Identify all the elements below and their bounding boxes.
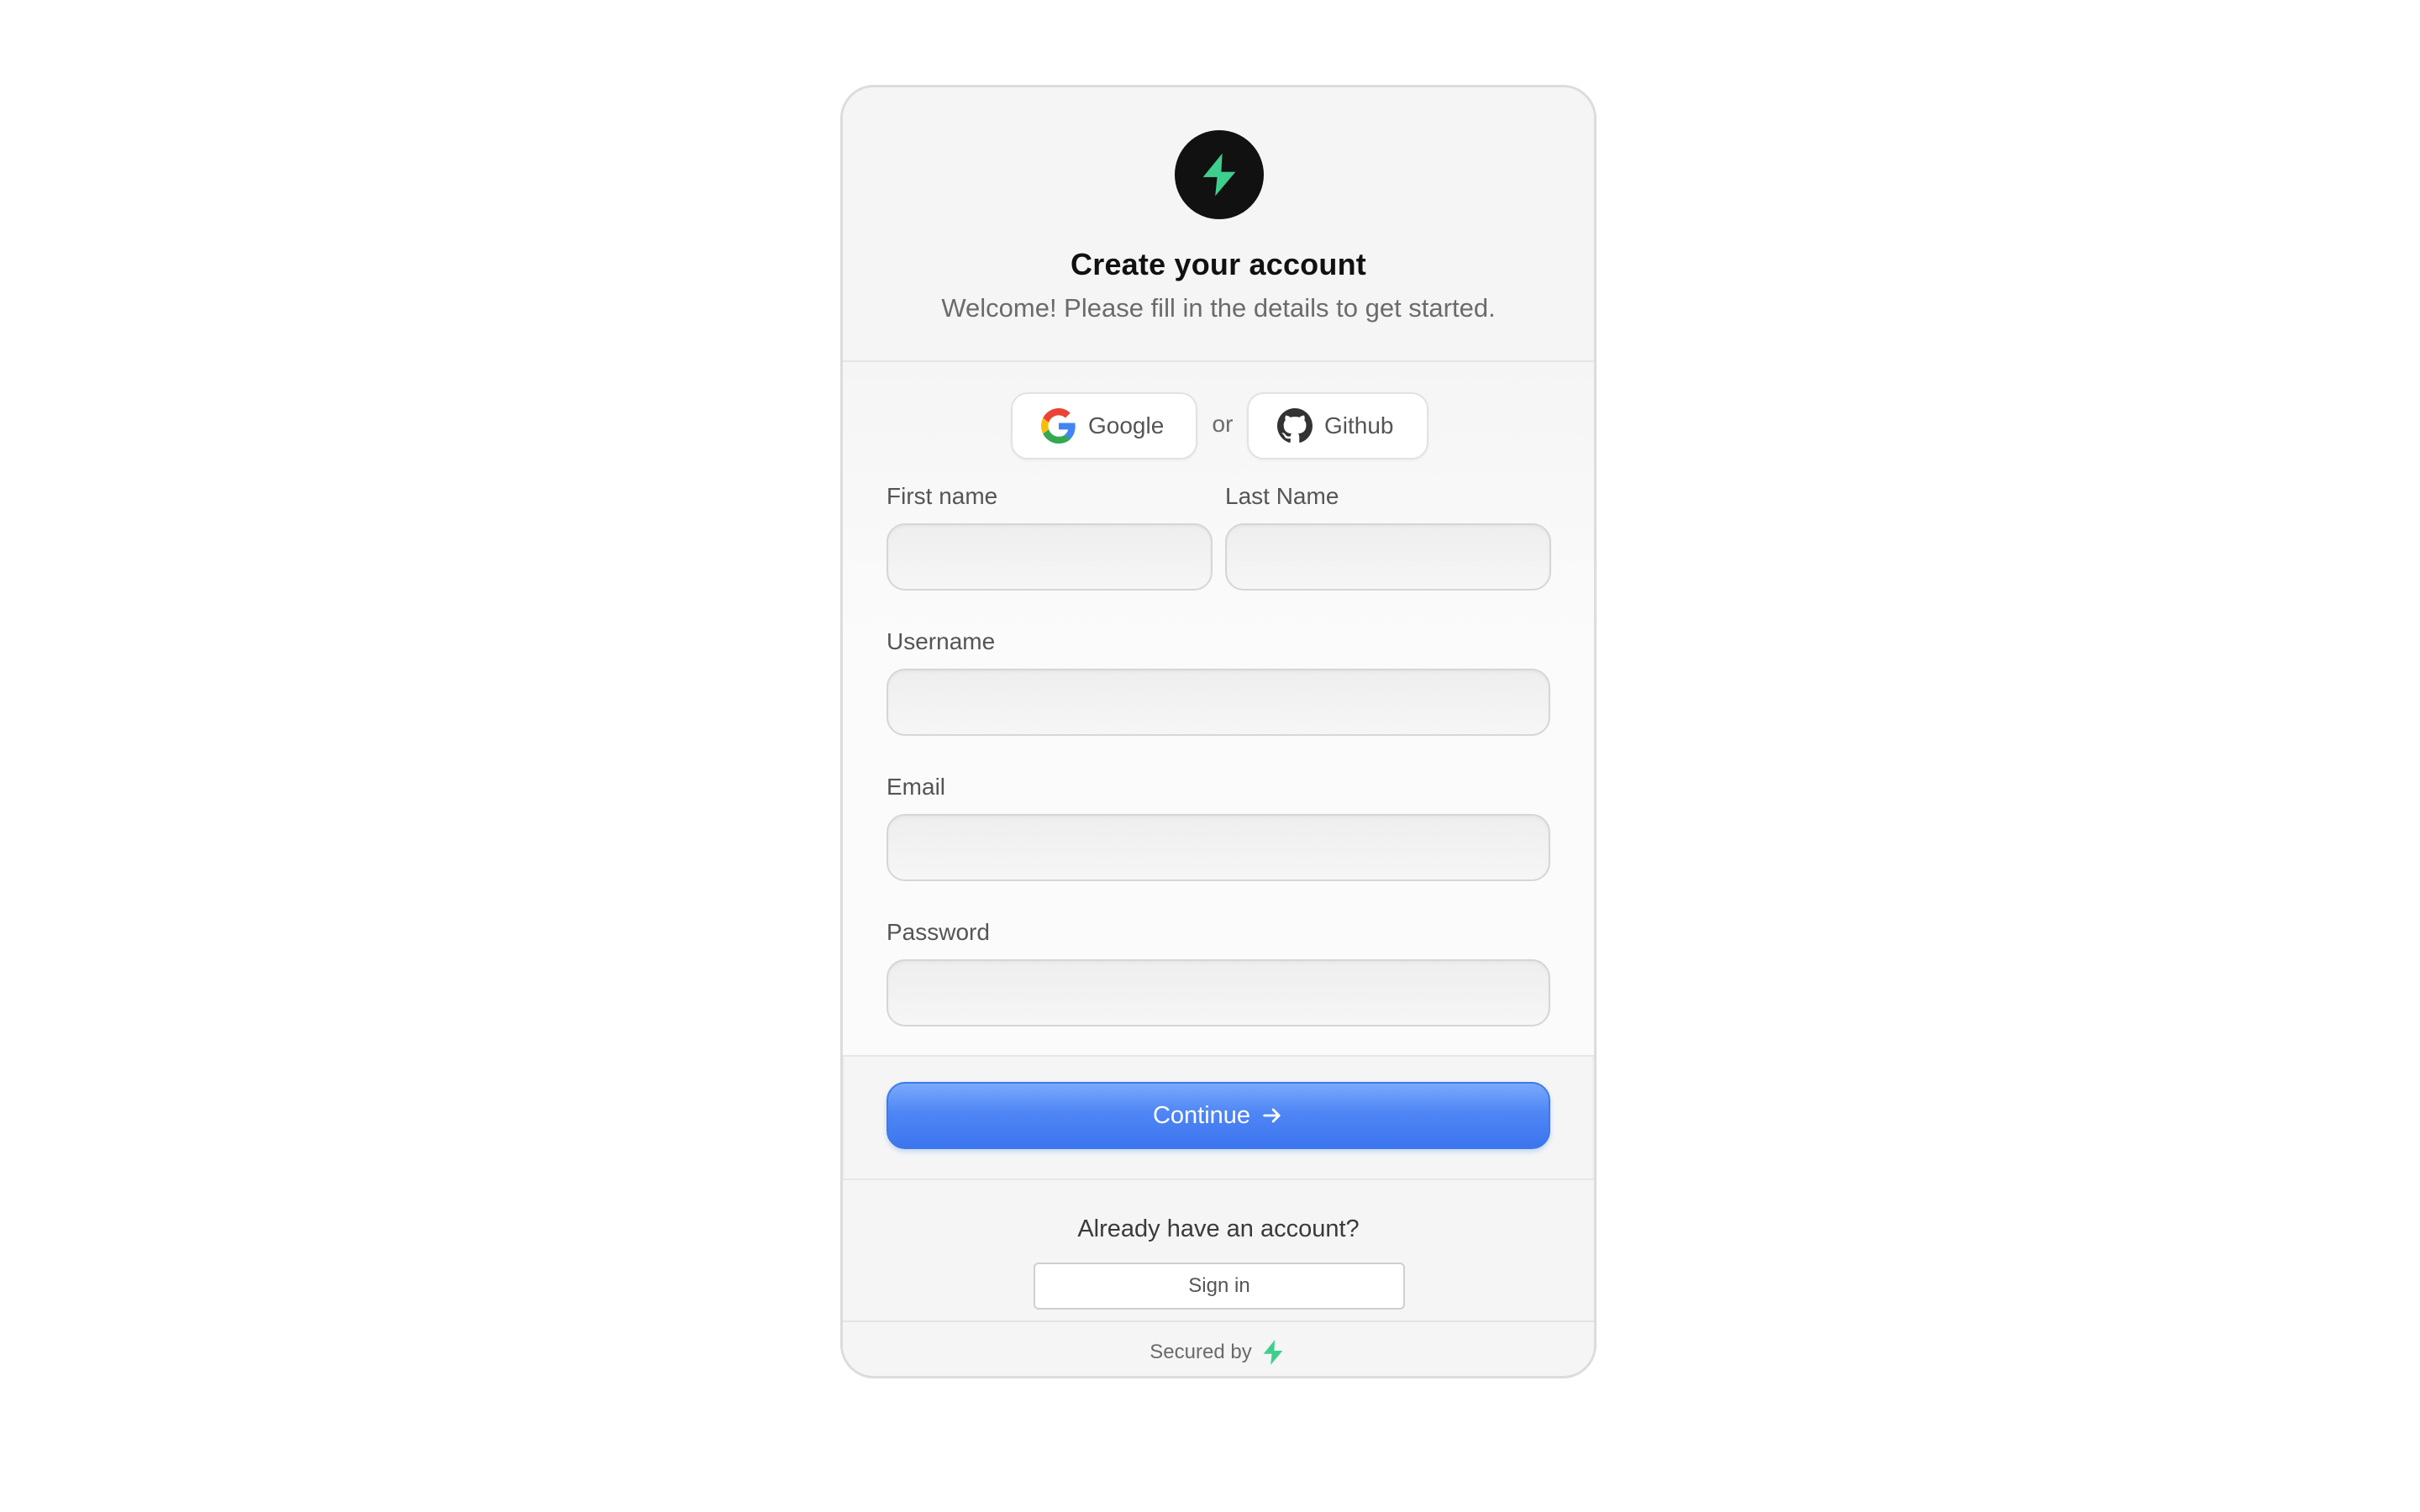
signup-card: Create your account Welcome! Please fill… xyxy=(840,85,1597,1378)
app-logo xyxy=(1175,130,1264,219)
github-icon xyxy=(1277,408,1313,443)
first-name-input[interactable] xyxy=(886,523,1213,591)
bolt-icon xyxy=(1202,153,1236,197)
email-label: Email xyxy=(886,774,946,800)
page-title: Create your account xyxy=(1071,247,1366,281)
or-separator: or xyxy=(1212,411,1234,437)
bolt-icon xyxy=(1263,1340,1283,1365)
arrow-right-icon xyxy=(1263,1108,1281,1123)
password-input[interactable] xyxy=(886,959,1550,1026)
email-input[interactable] xyxy=(886,814,1550,881)
google-label: Google xyxy=(1088,412,1165,438)
google-icon xyxy=(1041,408,1076,444)
github-signin-button[interactable]: Github xyxy=(1247,392,1428,459)
page-subtitle: Welcome! Please fill in the details to g… xyxy=(941,293,1496,323)
password-label: Password xyxy=(886,919,990,945)
card-header: Create your account Welcome! Please fill… xyxy=(843,87,1594,362)
last-name-label: Last Name xyxy=(1225,483,1339,509)
card-footer: Already have an account? Sign in Secured… xyxy=(843,1180,1594,1376)
signup-form: Google or Github First name Last Name Us… xyxy=(843,362,1594,1057)
already-have-account-text: Already have an account? xyxy=(1077,1215,1360,1242)
secured-by-row: Secured by xyxy=(843,1320,1594,1376)
sign-in-button[interactable]: Sign in xyxy=(1034,1263,1405,1310)
github-label: Github xyxy=(1324,412,1394,438)
username-input[interactable] xyxy=(886,669,1550,736)
last-name-input[interactable] xyxy=(1225,523,1551,591)
secured-by-text: Secured by xyxy=(1150,1341,1252,1363)
continue-button[interactable]: Continue xyxy=(886,1082,1550,1149)
first-name-label: First name xyxy=(886,483,998,509)
google-signin-button[interactable]: Google xyxy=(1011,392,1197,459)
username-label: Username xyxy=(886,628,996,654)
continue-label: Continue xyxy=(1152,1101,1251,1129)
